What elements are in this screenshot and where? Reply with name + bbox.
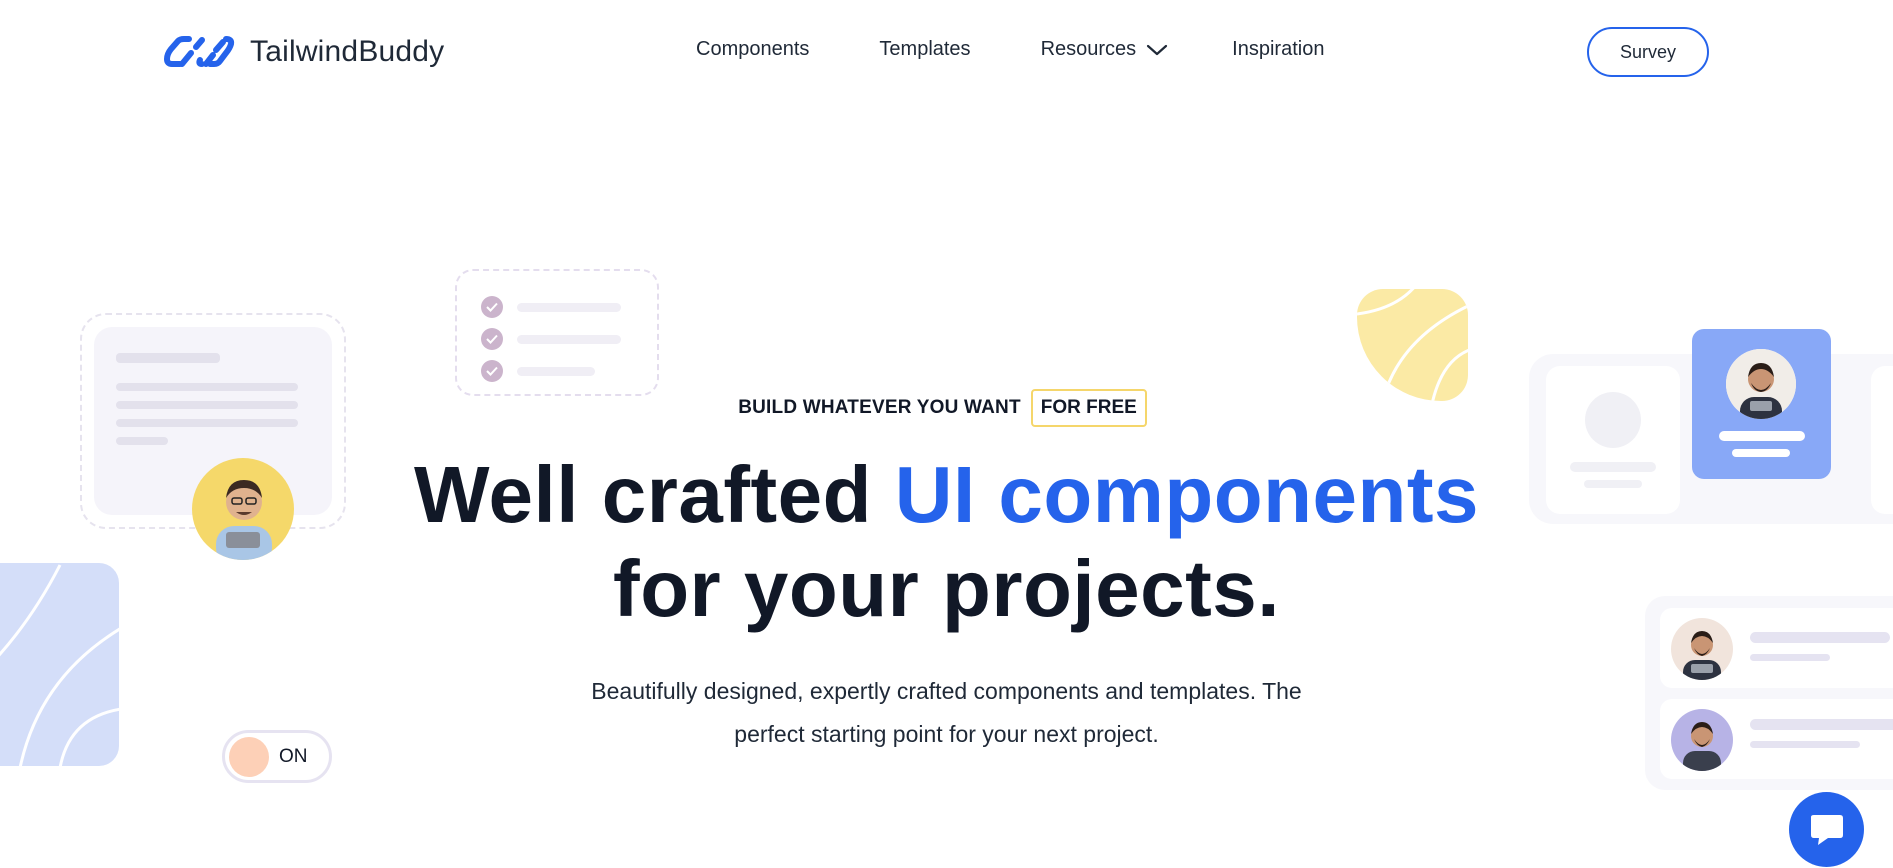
placeholder-line: [116, 353, 220, 363]
kicker-text: BUILD WHATEVER YOU WANT: [738, 397, 1021, 418]
site-header: TailwindBuddy Components Templates Resou…: [0, 0, 1893, 102]
brand-logo[interactable]: TailwindBuddy: [164, 34, 444, 70]
check-icon: [481, 360, 503, 382]
nav-item-inspiration[interactable]: Inspiration: [1232, 38, 1324, 61]
hero-subtext: Beautifully designed, expertly crafted c…: [0, 670, 1893, 756]
headline-part2: for your projects.: [613, 544, 1280, 633]
checklist-illustration: [455, 269, 659, 396]
check-icon: [481, 296, 503, 318]
headline-part1: Well crafted: [413, 450, 895, 539]
survey-button[interactable]: Survey: [1587, 27, 1709, 77]
placeholder-line: [116, 437, 168, 445]
subtext-line1: Beautifully designed, expertly crafted c…: [591, 678, 1302, 704]
hero-kicker: BUILD WHATEVER YOU WANT FOR FREE: [0, 389, 1893, 427]
nav-item-templates[interactable]: Templates: [879, 38, 970, 61]
brand-name: TailwindBuddy: [250, 35, 445, 68]
placeholder-line: [517, 302, 621, 312]
checklist-row: [481, 291, 633, 323]
infinity-link-logo-icon: [164, 36, 235, 67]
nav-item-resources[interactable]: Resources: [1041, 38, 1169, 61]
decorative-curves: [1357, 289, 1468, 401]
placeholder-line: [517, 366, 595, 376]
chat-bubble-icon: [1810, 814, 1843, 845]
main-nav: Components Templates Resources Inspirati…: [696, 38, 1394, 61]
nav-item-resources-label: Resources: [1040, 38, 1137, 60]
placeholder-line: [517, 334, 621, 344]
subtext-line2: perfect starting point for your next pro…: [734, 721, 1159, 747]
hero-headline: Well crafted UI components for your proj…: [0, 448, 1893, 636]
free-badge: FOR FREE: [1030, 389, 1147, 427]
placeholder-line: [1719, 431, 1805, 441]
check-icon: [481, 328, 503, 350]
headline-accent: UI components: [894, 450, 1480, 539]
chevron-down-icon: [1147, 44, 1168, 55]
checklist-row: [481, 323, 633, 355]
decorative-shape: [1357, 289, 1468, 401]
nav-item-components[interactable]: Components: [696, 38, 809, 61]
chat-button[interactable]: [1789, 792, 1864, 867]
checklist-row: [481, 355, 633, 387]
placeholder-line: [1750, 654, 1830, 661]
